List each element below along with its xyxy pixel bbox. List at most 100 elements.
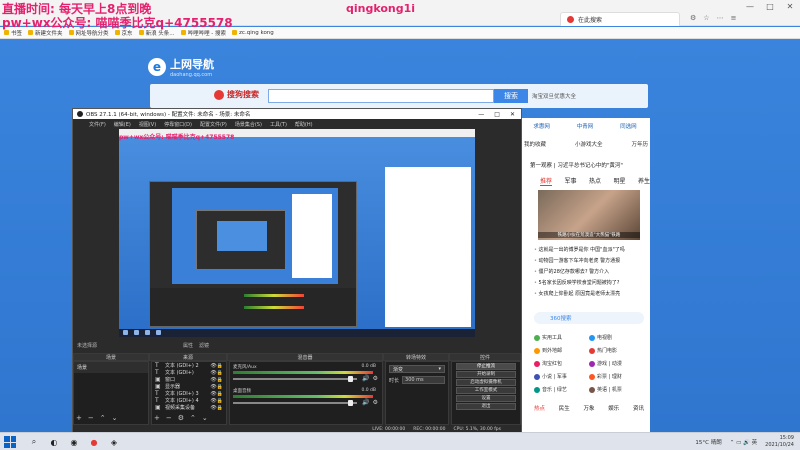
menu-icon[interactable]: ≡	[731, 14, 737, 22]
news-item[interactable]: 这就是一出的博罗是你 中国"血派"了吗	[534, 246, 648, 253]
source-item[interactable]: ▣ 显示器 👁🔒	[152, 383, 226, 390]
down-icon[interactable]: ⌄	[112, 414, 118, 422]
obs-minimize-button[interactable]: —	[478, 111, 484, 118]
weather[interactable]: 15°C 晴朗	[695, 438, 721, 446]
more-icon[interactable]: ⋯	[717, 14, 724, 22]
transition-select[interactable]: 渐变 ▾	[389, 365, 445, 373]
volume-slider-handle[interactable]	[348, 376, 353, 382]
category-link[interactable]: 热门电影	[589, 347, 644, 354]
obs-close-button[interactable]: ✕	[510, 111, 515, 118]
stop-stream-button[interactable]: 停止推流	[456, 363, 516, 370]
search-button[interactable]: 搜索	[494, 89, 528, 103]
visibility-icon[interactable]: 👁🔒	[210, 405, 223, 411]
studio-mode-button[interactable]: 工作室模式	[456, 387, 516, 394]
app-taskbar-icon[interactable]: ◈	[108, 436, 120, 448]
menu-docks[interactable]: 停靠窗口(D)	[164, 121, 192, 128]
news-tab[interactable]: 明星	[613, 176, 625, 186]
visibility-icon[interactable]: 👁🔒	[210, 363, 223, 369]
menu-view[interactable]: 视图(V)	[139, 121, 156, 128]
volume-slider[interactable]	[233, 378, 357, 380]
remove-icon[interactable]: −	[88, 414, 94, 422]
category-link[interactable]: 游戏 | 动漫	[589, 360, 644, 367]
obs-maximize-button[interactable]: □	[494, 111, 500, 118]
category-link[interactable]: 英语 | 机票	[589, 386, 644, 393]
down-icon[interactable]: ⌄	[202, 414, 208, 422]
news-tab[interactable]: 养生	[638, 176, 650, 186]
close-button[interactable]: ✕	[784, 2, 796, 11]
exit-button[interactable]: 退出	[456, 403, 516, 410]
category-link[interactable]: 电视剧	[589, 334, 644, 341]
remove-icon[interactable]: −	[166, 414, 172, 422]
volume-slider[interactable]	[233, 402, 357, 404]
news-item[interactable]: 5名家长因反映学校食堂问题被拘了?	[534, 279, 648, 286]
add-icon[interactable]: +	[76, 414, 82, 422]
source-item[interactable]: T 文本 (GDI+) 👁🔒	[152, 369, 226, 376]
headline[interactable]: 第一观察 | 习近平总书记心中的"黄河"	[530, 161, 648, 169]
news-item[interactable]: 僵尸的28亿存款哪去? 警方介入	[534, 268, 648, 275]
properties-button[interactable]: 属性	[183, 342, 193, 349]
source-item[interactable]: ▣ 窗口 👁🔒	[152, 376, 226, 383]
settings-button[interactable]: 设置	[456, 395, 516, 402]
menu-scene-collection[interactable]: 场景集合(S)	[235, 121, 262, 128]
site-logo[interactable]: e 上网导航 daohang.qq.com	[148, 56, 214, 78]
news-tab[interactable]: 军事	[564, 176, 576, 186]
start-record-button[interactable]: 开始录制	[456, 371, 516, 378]
search-engine-label[interactable]: 搜狗搜索	[214, 89, 259, 100]
start-button[interactable]	[4, 436, 16, 448]
maximize-button[interactable]: □	[764, 2, 776, 11]
nav-link[interactable]: 中青网	[577, 122, 594, 130]
news-item[interactable]: 动物园一游客下车冲向老虎 警方通报	[534, 257, 648, 264]
bottom-tab[interactable]: 热点	[534, 404, 545, 412]
menu-profile[interactable]: 配置文件(P)	[200, 121, 227, 128]
volume-slider-handle[interactable]	[348, 400, 353, 406]
category-link[interactable]: 小说 | 军事	[534, 373, 589, 380]
filters-button[interactable]: 滤镜	[199, 342, 209, 349]
menu-tools[interactable]: 工具(T)	[270, 121, 287, 128]
category-link[interactable]: 彩票 | 理财	[589, 373, 644, 380]
speaker-icon[interactable]: 🔊	[362, 399, 369, 406]
search-icon[interactable]: ⌕	[28, 436, 40, 448]
menu-help[interactable]: 帮助(H)	[295, 121, 313, 128]
bottom-tab[interactable]: 万象	[583, 404, 594, 412]
news-item[interactable]: 女孩爬上仰卧起 原因竟是老师太漂亮	[534, 290, 648, 297]
bottom-tab[interactable]: 民生	[559, 404, 570, 412]
add-icon[interactable]: +	[154, 414, 160, 422]
search-input[interactable]	[268, 89, 494, 103]
calendar-link[interactable]: 万年历	[631, 140, 648, 148]
bottom-tab[interactable]: 资讯	[633, 404, 644, 412]
virtual-camera-button[interactable]: 启动虚拟摄像机	[456, 379, 516, 386]
minimize-button[interactable]: —	[744, 2, 756, 11]
nav-link[interactable]: 同选网	[620, 122, 637, 130]
up-icon[interactable]: ⌃	[190, 414, 196, 422]
source-item[interactable]: T 文本 (GDI+) 2 👁🔒	[152, 362, 226, 369]
source-item[interactable]: ▣ 视频采集设备 👁🔒	[152, 404, 226, 411]
gear-icon[interactable]: ⚙	[373, 375, 378, 382]
up-icon[interactable]: ⌃	[100, 414, 106, 422]
visibility-icon[interactable]: 👁🔒	[210, 391, 223, 397]
clock[interactable]: 15:09 2021/10/24	[765, 435, 794, 449]
scene-item[interactable]: 场景	[74, 362, 148, 373]
speaker-icon[interactable]: 🔊	[362, 375, 369, 382]
visibility-icon[interactable]: 👁🔒	[210, 384, 223, 390]
category-link[interactable]: 音乐 | 绿艺	[534, 386, 589, 393]
browser-taskbar-icon[interactable]: ●	[88, 436, 100, 448]
tray-icons[interactable]: ⌃ ▭ 🔊 英	[730, 438, 757, 446]
duration-input[interactable]: 300 ms	[402, 376, 445, 384]
browser-tab[interactable]: 在此搜索	[560, 12, 680, 26]
category-link[interactable]: 到外地邮	[534, 347, 589, 354]
visibility-icon[interactable]: 👁🔒	[210, 377, 223, 383]
settings-icon[interactable]: ⚙	[690, 14, 696, 22]
bookmark-item[interactable]: zc.qing kong	[232, 30, 274, 36]
news-tab[interactable]: 推荐	[540, 176, 553, 186]
nav-link[interactable]: 求惠网	[533, 122, 550, 130]
visibility-icon[interactable]: 👁🔒	[210, 398, 223, 404]
news-tab[interactable]: 热点	[589, 176, 601, 186]
gear-icon[interactable]: ⚙	[373, 399, 378, 406]
menu-edit[interactable]: 编辑(E)	[114, 121, 131, 128]
category-link[interactable]: 淘宝红包	[534, 360, 589, 367]
panel-search[interactable]: 360搜索	[534, 312, 644, 324]
source-item[interactable]: T 文本 (GDI+) 3 👁🔒	[152, 390, 226, 397]
favorites-link[interactable]: 我的收藏	[524, 140, 546, 148]
source-item[interactable]: T 文本 (GDI+) 4 👁🔒	[152, 397, 226, 404]
settings-icon[interactable]: ⚙	[178, 414, 184, 422]
